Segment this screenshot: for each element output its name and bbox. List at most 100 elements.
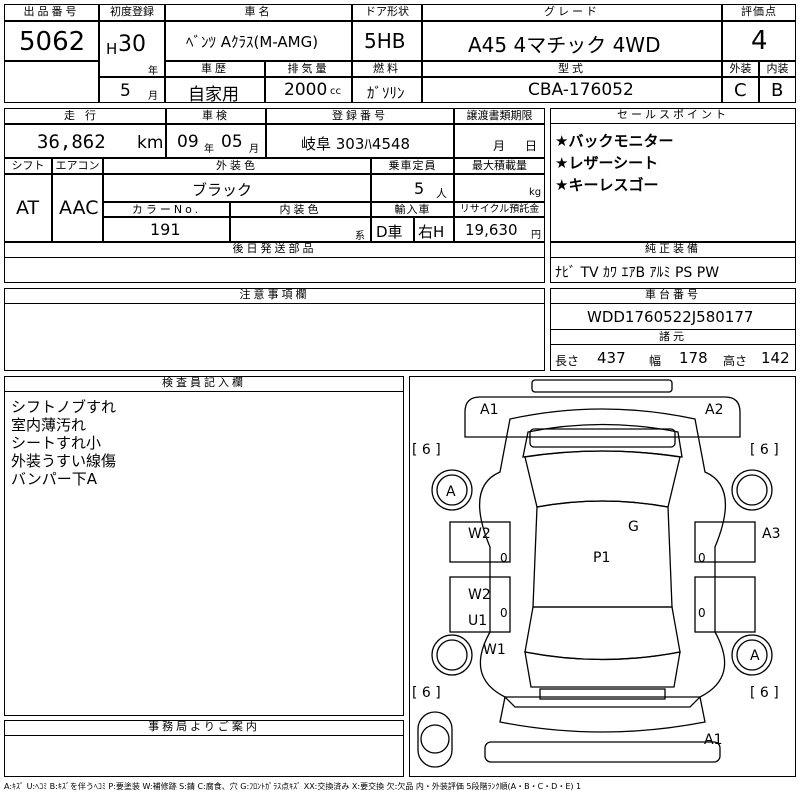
first-reg-label: 初度登録 (110, 5, 154, 18)
specs-divider (550, 345, 796, 371)
door-cell: 5HB (352, 21, 422, 61)
load-unit: kg (529, 187, 542, 198)
tire-tread-front-left: [ 6 ] (412, 442, 441, 458)
reg-number-cell: 岐阜 303ﾊ4548 (266, 124, 454, 158)
displacement-unit: cc (330, 86, 341, 97)
load-label: 最大積載量 (472, 159, 527, 172)
fuel-label: 燃料 (373, 62, 401, 75)
int-color-unit: 系 (355, 231, 365, 242)
mileage-label-cell: 走行 (4, 108, 166, 124)
mark-a-right-rear: A (750, 648, 760, 664)
recycle-cell: 19,630 円 (454, 217, 545, 242)
mileage: 36,862 (37, 131, 106, 153)
interior-label: 内装 (766, 62, 789, 75)
first-reg-month-cell: 5 月 (99, 77, 165, 103)
capacity-label-cell: 乗車定員 (371, 158, 454, 174)
lot-number: 5062 (19, 27, 86, 57)
recycle-label-cell: リサイクル預託金 (454, 202, 545, 217)
capacity: 5 (414, 179, 425, 198)
era-letter: H (106, 40, 118, 58)
reg-year: 30 (118, 32, 146, 57)
chassis-box: 車台番号 WDD1760522J580177 諸元 長さ 437 幅 178 高… (550, 288, 796, 371)
ac-label: エアコン (55, 159, 100, 172)
inspection-year-unit: 年 (204, 144, 214, 155)
height-label: 高さ (723, 354, 748, 368)
history: 自家用 (188, 85, 239, 105)
score-label: 評価点 (741, 5, 777, 18)
equipment-box: 純正装備 ﾅﾋﾞ TV ｶﾜ ｴｱB ｱﾙﾐ PS PW (550, 242, 796, 283)
mileage-cell: 36,862 km (4, 124, 166, 158)
inspector-label: 検査員記入欄 (4, 376, 404, 392)
mark-a2: A2 (705, 402, 723, 418)
sales-points-box: セールスポイント ★バックモニター ★レザーシート ★キーレスゴー (550, 108, 796, 242)
chassis-number: WDD1760522J580177 (587, 308, 754, 326)
first-reg-year-cell: H 30 年 (99, 21, 165, 77)
fuel-label-cell: 燃料 (352, 61, 422, 77)
shift: AT (16, 197, 40, 219)
reg-number-label-cell: 登録番号 (266, 108, 454, 124)
grade-cell: A45 4マチック 4WD (422, 21, 722, 61)
sales-point-3: ★キーレスゴー (555, 176, 659, 194)
car-name-label-cell: 車名 (165, 4, 352, 21)
exterior-label-cell: 外装 (722, 61, 759, 77)
history-label-cell: 車歴 (165, 61, 265, 77)
reg-number: 岐阜 303ﾊ4548 (301, 135, 411, 153)
score: 4 (751, 26, 768, 56)
inspection-month: 05 (221, 132, 243, 152)
month-unit: 月 (148, 91, 158, 102)
inspection-month-unit: 月 (249, 144, 259, 155)
car-name: ﾍﾞﾝﾂ Aｸﾗｽ(M-AMG) (186, 33, 319, 51)
int-color-label: 内装色 (279, 203, 322, 216)
ac-label-cell: エアコン (52, 158, 103, 174)
tire-tread-front-right: [ 6 ] (750, 442, 779, 458)
shift-cell: AT (4, 174, 52, 242)
mark-w2-rear: W2 (468, 587, 491, 603)
history-cell: 自家用 (165, 77, 265, 105)
grade: A45 4マチック 4WD (468, 33, 661, 57)
later-parts-box: 後日発送部品 (4, 242, 545, 283)
door-label-cell: ドア形状 (352, 4, 422, 21)
transfer-day: 日 (525, 139, 538, 153)
exterior-grade: C (734, 80, 747, 101)
lot-label: 出品番号 (23, 5, 80, 18)
mark-g: G (628, 519, 639, 535)
inspection-label-cell: 車検 (166, 108, 266, 124)
model-label-cell: 型式 (422, 61, 722, 77)
chassis-label: 車台番号 (550, 288, 796, 304)
inspection-label: 車検 (202, 109, 230, 122)
capacity-cell: 5 人 (371, 174, 454, 202)
exterior-cell: C (722, 77, 759, 103)
transfer-label-cell: 譲渡書類期限 (454, 108, 545, 124)
int-color-cell: 系 (230, 217, 371, 242)
lot-empty-cell (4, 61, 99, 103)
car-diagram: A1 A2 A A A3 W2 G P1 W2 U1 W1 A1 [ 6 ] [… (412, 379, 780, 768)
model-cell: CBA-176052 (422, 77, 722, 103)
length-label: 長さ (555, 354, 580, 368)
specs-label: 諸元 (550, 329, 796, 345)
width-label: 幅 (649, 354, 662, 368)
ext-color-cell: ブラック (103, 174, 371, 202)
recycle-label: リサイクル預託金 (459, 204, 540, 215)
tire-tread-rear-right: [ 6 ] (750, 685, 779, 701)
length: 437 (597, 349, 626, 367)
fuel: ｶﾞｿﾘﾝ (367, 84, 405, 102)
height: 142 (761, 349, 790, 367)
mark-a3: A3 (762, 526, 780, 542)
mark-a-left-front: A (446, 484, 456, 500)
mark-p1: P1 (593, 550, 610, 566)
exterior-label: 外装 (729, 62, 752, 75)
score-cell: 4 (722, 21, 796, 61)
grade-label-cell: グレード (422, 4, 722, 21)
car-name-label: 車名 (244, 5, 273, 18)
transfer-label: 譲渡書類期限 (466, 109, 533, 122)
transfer-cell: 月 日 (454, 124, 545, 158)
notes-box: 注意事項欄 (4, 288, 545, 371)
reg-number-label: 登録番号 (332, 109, 388, 122)
tire-tread-rear-left: [ 6 ] (412, 685, 441, 701)
int-color-label-cell: 内装色 (230, 202, 371, 217)
fuel-cell: ｶﾞｿﾘﾝ (352, 77, 422, 103)
ext-color-label: 外装色 (216, 159, 258, 172)
import-cell: D車 (371, 217, 414, 242)
model: CBA-176052 (528, 80, 634, 100)
sales-points-label: セールスポイント (550, 108, 796, 124)
